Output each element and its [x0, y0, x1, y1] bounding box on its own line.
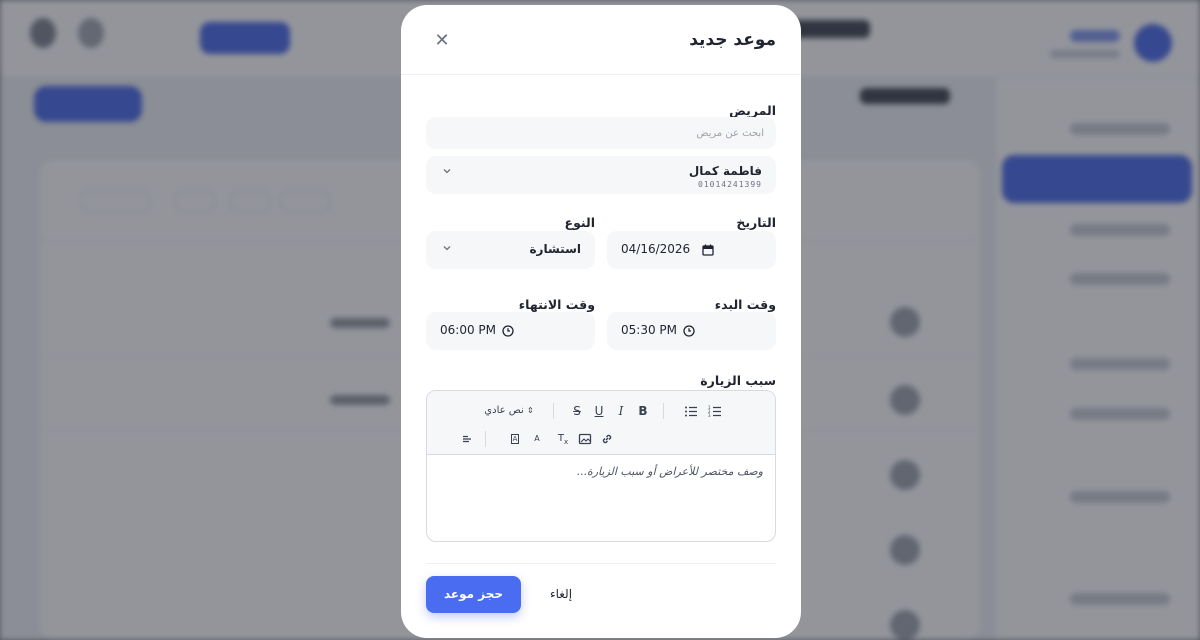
patient-label: المريض [729, 103, 776, 118]
cancel-button[interactable]: إلغاء [541, 576, 581, 613]
ordered-list-icon[interactable]: 123 [705, 401, 725, 421]
sort-arrows-icon: ⇕ [527, 406, 534, 415]
patient-name: فاطمة كمال [688, 164, 762, 178]
patient-select[interactable]: فاطمة كمال 01014241399 [426, 156, 776, 194]
patient-search-input[interactable] [426, 117, 776, 149]
patient-phone: 01014241399 [698, 180, 762, 189]
image-icon[interactable] [575, 429, 595, 449]
toolbar-divider [663, 403, 664, 419]
date-value: 04/16/2026 [621, 242, 691, 256]
chevron-down-icon [440, 166, 454, 180]
close-icon[interactable]: ✕ [431, 30, 453, 52]
book-appointment-button[interactable]: حجز موعد [426, 576, 521, 613]
svg-text:3: 3 [708, 413, 711, 418]
align-icon[interactable] [457, 429, 477, 449]
toolbar-divider [553, 403, 554, 419]
reason-label: سبب الزيارة [700, 373, 776, 388]
strikethrough-icon[interactable]: S [567, 401, 587, 421]
chevron-down-icon [440, 243, 454, 257]
bullet-list-icon[interactable] [681, 401, 701, 421]
end-time-value: 06:00 PM [440, 323, 496, 337]
text-style-select[interactable]: نص عادي ⇕ [467, 400, 551, 422]
modal-title: موعد جديد [689, 30, 776, 50]
italic-icon[interactable]: I [611, 401, 631, 421]
link-icon[interactable] [597, 429, 617, 449]
type-select[interactable]: استشارة [426, 231, 595, 269]
text-color-icon[interactable]: A [527, 429, 547, 449]
clock-icon[interactable] [682, 323, 696, 337]
clear-format-icon[interactable]: Tx [553, 429, 573, 449]
footer-divider [426, 563, 776, 564]
new-appointment-modal: موعد جديد ✕ المريض فاطمة كمال 0101424139… [401, 5, 801, 638]
reason-text-area[interactable]: وصف مختصر للأعراض أو سبب الزيارة... [427, 455, 775, 488]
toolbar-divider [485, 431, 486, 447]
end-time-label: وقت الانتهاء [518, 297, 595, 312]
start-time-label: وقت البدء [714, 297, 776, 312]
clock-icon[interactable] [501, 323, 515, 337]
type-value: استشارة [529, 242, 581, 256]
end-time-field[interactable]: 06:00 PM [426, 312, 595, 350]
start-time-field[interactable]: 05:30 PM [607, 312, 776, 350]
calendar-icon[interactable] [701, 242, 715, 256]
bold-icon[interactable]: B [633, 401, 653, 421]
text-style-value: نص عادي [484, 405, 524, 416]
type-label: النوع [564, 215, 595, 230]
reason-editor: 123 B I U S نص عادي ⇕ Tx A A وصف مختصر ل… [426, 390, 776, 542]
date-field[interactable]: 04/16/2026 [607, 231, 776, 269]
start-time-value: 05:30 PM [621, 323, 677, 337]
date-label: التاريخ [736, 215, 776, 230]
underline-icon[interactable]: U [589, 401, 609, 421]
modal-header: موعد جديد ✕ [401, 5, 801, 75]
editor-toolbar: 123 B I U S نص عادي ⇕ Tx A A [427, 391, 775, 455]
background-color-icon[interactable]: A [505, 429, 525, 449]
